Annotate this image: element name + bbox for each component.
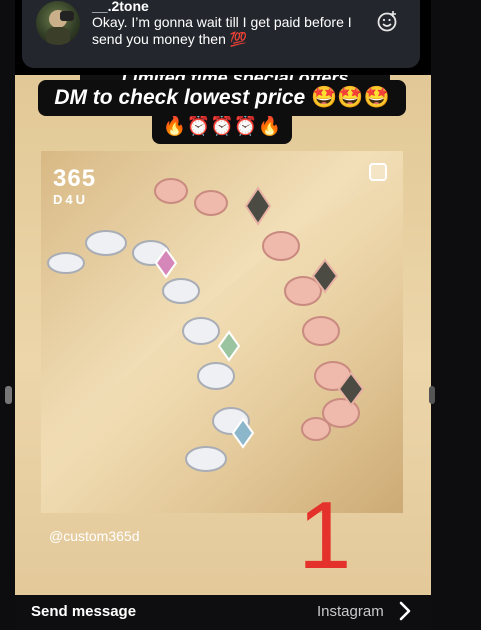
brand-logo: 365 D4U (53, 165, 97, 207)
brand-logo-text: D4U (53, 192, 89, 207)
select-checkbox-icon[interactable] (369, 163, 387, 181)
fire-clock-emoji: 🔥⏰⏰⏰🔥 (162, 116, 282, 137)
star-eyes-emoji: 🤩🤩🤩 (311, 86, 390, 109)
left-margin (0, 0, 15, 630)
emoji-add-icon[interactable] (376, 10, 398, 32)
right-edge-handle[interactable] (429, 386, 435, 404)
avatar[interactable] (36, 1, 80, 45)
promo-banner-text: DM to check lowest price (54, 86, 306, 109)
message-text: Okay. I’m gonna wait till I get paid bef… (92, 14, 352, 47)
product-photo: 365 D4U (41, 151, 403, 513)
left-edge-handle[interactable] (5, 386, 12, 404)
overlay-number: 1 (298, 482, 352, 589)
platform-label: Instagram (317, 603, 384, 620)
watermark-handle: @custom365d (49, 528, 140, 544)
brand-logo-number: 365 (53, 165, 97, 192)
send-message-button[interactable]: Send message (31, 603, 136, 620)
sender-username: __.2tone (92, 0, 149, 14)
avatar-image (46, 10, 74, 45)
right-margin (431, 0, 481, 630)
promo-banner-main: DM to check lowest price 🤩🤩🤩 (38, 80, 406, 116)
chevron-right-icon[interactable] (397, 600, 413, 622)
